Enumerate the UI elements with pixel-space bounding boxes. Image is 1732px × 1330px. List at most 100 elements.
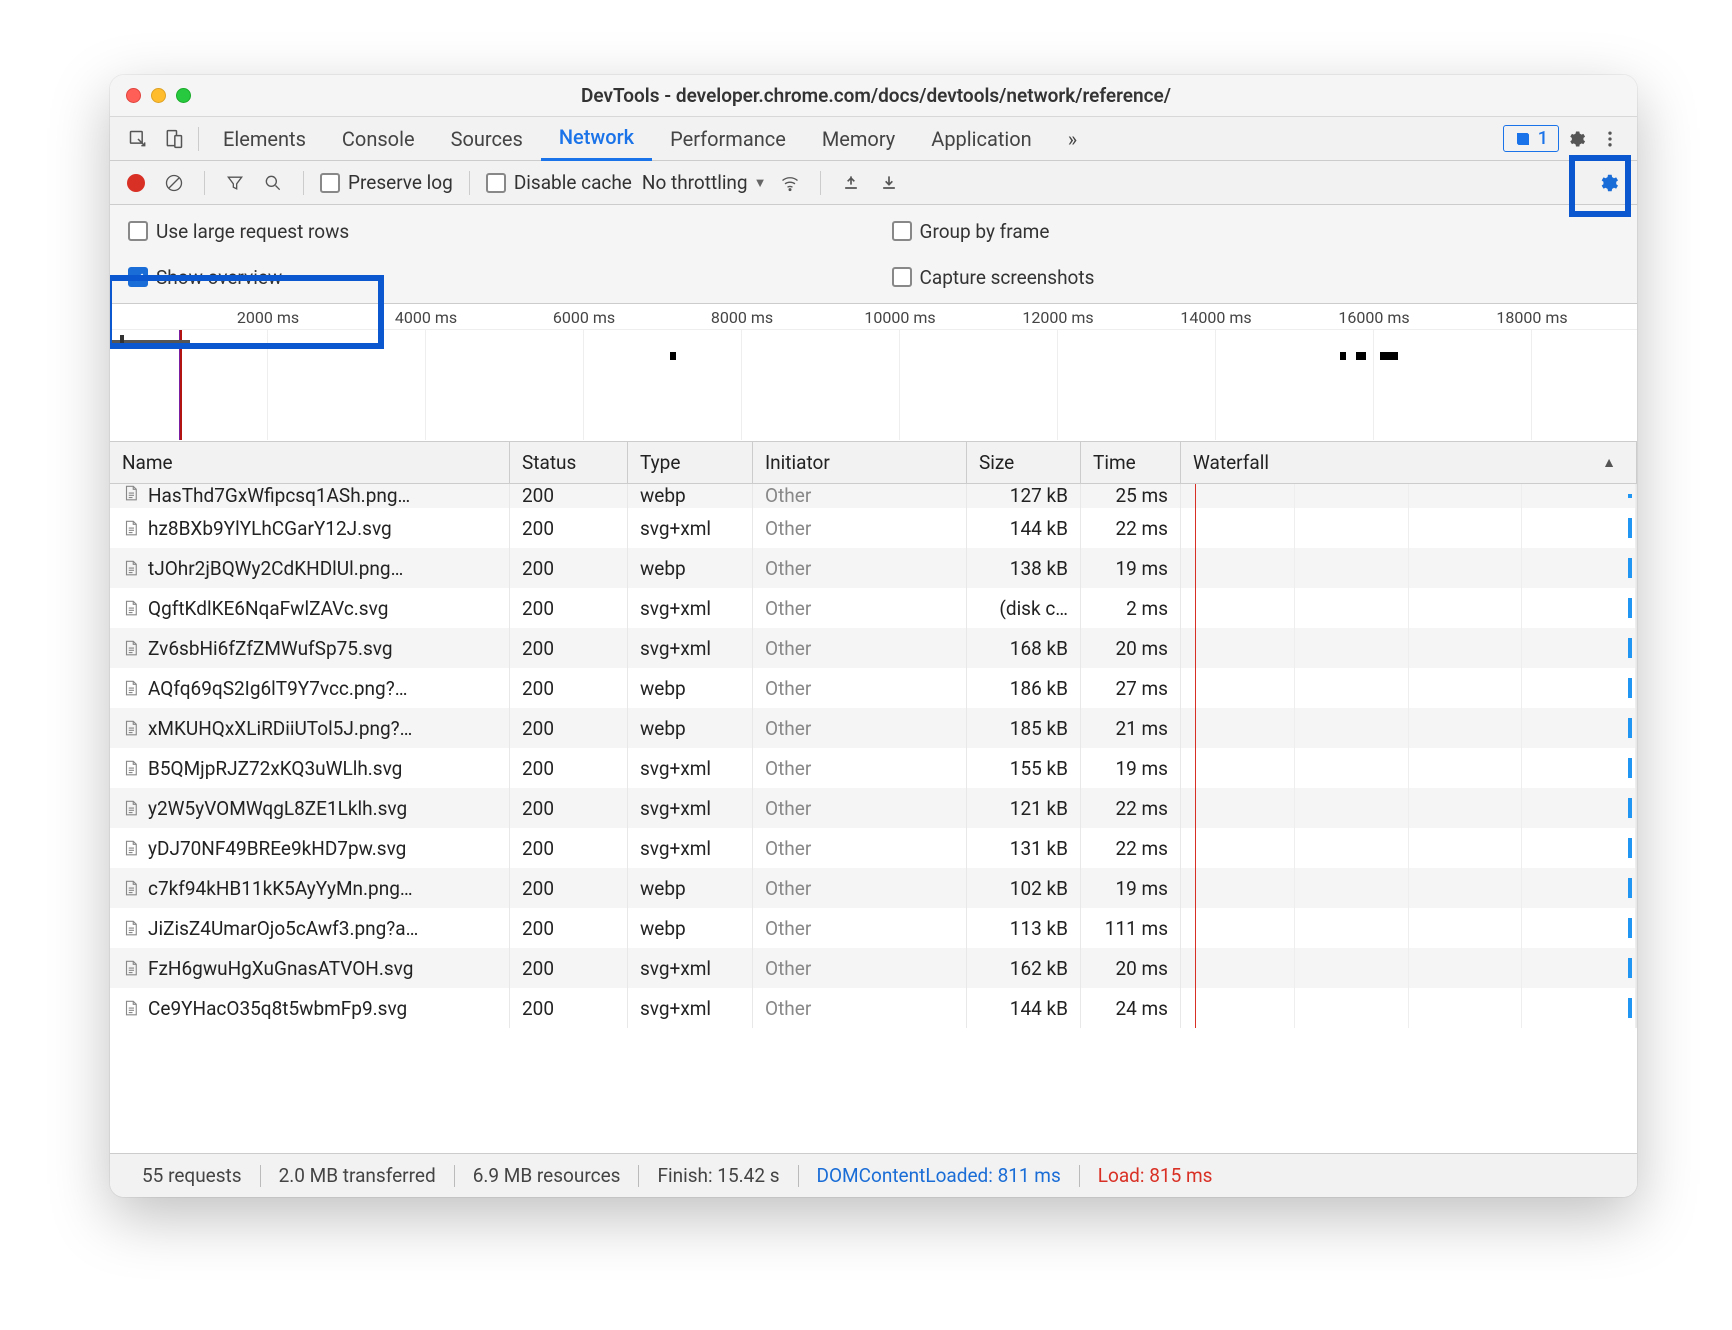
timeline-tick: 18000 ms [1496, 308, 1567, 327]
tab-performance[interactable]: Performance [652, 117, 804, 161]
col-time[interactable]: Time [1081, 442, 1181, 483]
clear-icon[interactable] [160, 173, 188, 193]
cell-initiator: Other [753, 588, 967, 628]
device-toggle-icon[interactable] [156, 117, 192, 160]
preserve-log-checkbox[interactable]: Preserve log [320, 171, 453, 194]
file-icon [122, 959, 140, 977]
capture-screenshots-checkbox[interactable]: Capture screenshots [892, 259, 1620, 295]
disable-cache-checkbox[interactable]: Disable cache [486, 171, 632, 194]
cell-status: 200 [510, 748, 628, 788]
timeline-tick: 16000 ms [1338, 308, 1409, 327]
throttling-select[interactable]: No throttling ▼ [642, 171, 767, 194]
file-icon [122, 839, 140, 857]
table-row[interactable]: JiZisZ4UmarOjo5cAwf3.png?a…200webpOther1… [110, 908, 1637, 948]
tab-network[interactable]: Network [541, 117, 652, 161]
cell-name: JiZisZ4UmarOjo5cAwf3.png?a… [110, 908, 510, 948]
zoom-button[interactable] [176, 88, 191, 103]
cell-initiator: Other [753, 628, 967, 668]
timeline-overview[interactable]: 2000 ms4000 ms6000 ms8000 ms10000 ms1200… [110, 304, 1637, 442]
status-bar: 55 requests 2.0 MB transferred 6.9 MB re… [110, 1153, 1637, 1197]
network-columns: Name Status Type Initiator Size Time Wat… [110, 442, 1637, 484]
cell-initiator: Other [753, 908, 967, 948]
cell-initiator: Other [753, 508, 967, 548]
window-title: DevTools - developer.chrome.com/docs/dev… [191, 84, 1621, 107]
inspect-icon[interactable] [120, 117, 156, 160]
more-menu-icon[interactable] [1593, 129, 1627, 149]
cell-waterfall [1181, 988, 1637, 1028]
close-button[interactable] [126, 88, 141, 103]
col-type[interactable]: Type [628, 442, 753, 483]
table-row[interactable]: Ce9YHacO35q8t5wbmFp9.svg200svg+xmlOther1… [110, 988, 1637, 1028]
traffic-lights [126, 88, 191, 103]
request-table: HasThd7GxWfipcsq1ASh.png…200webpOther127… [110, 484, 1637, 1153]
cell-size: 113 kB [967, 908, 1081, 948]
large-rows-checkbox[interactable]: Use large request rows [128, 213, 856, 249]
sb-transferred: 2.0 MB transferred [261, 1164, 454, 1187]
cell-waterfall [1181, 828, 1637, 868]
record-button[interactable] [122, 174, 150, 192]
tab-application[interactable]: Application [913, 117, 1049, 161]
network-settings-icon[interactable] [1591, 172, 1625, 194]
table-row[interactable]: QgftKdlKE6NqaFwlZAVc.svg200svg+xmlOther(… [110, 588, 1637, 628]
tab-console[interactable]: Console [324, 117, 433, 161]
issues-badge[interactable]: 1 [1503, 125, 1559, 152]
table-row[interactable]: Zv6sbHi6fZfZMWufSp75.svg200svg+xmlOther1… [110, 628, 1637, 668]
group-by-frame-checkbox[interactable]: Group by frame [892, 213, 1620, 249]
table-row[interactable]: c7kf94kHB11kK5AyYyMn.png…200webpOther102… [110, 868, 1637, 908]
export-har-icon[interactable] [875, 173, 903, 193]
table-row[interactable]: hz8BXb9YlYLhCGarY12J.svg200svg+xmlOther1… [110, 508, 1637, 548]
file-icon [122, 559, 140, 577]
file-icon [122, 999, 140, 1017]
col-size[interactable]: Size [967, 442, 1081, 483]
table-row[interactable]: xMKUHQxXLiRDiiUTol5J.png?…200webpOther18… [110, 708, 1637, 748]
file-icon [122, 719, 140, 737]
tab-elements[interactable]: Elements [205, 117, 324, 161]
timeline-ticks: 2000 ms4000 ms6000 ms8000 ms10000 ms1200… [110, 304, 1637, 330]
cell-status: 200 [510, 988, 628, 1028]
table-row[interactable]: B5QMjpRJZ72xKQ3uWLlh.svg200svg+xmlOther1… [110, 748, 1637, 788]
show-overview-checkbox[interactable]: Show overview [128, 259, 856, 295]
table-row[interactable]: HasThd7GxWfipcsq1ASh.png…200webpOther127… [110, 484, 1637, 508]
file-icon [122, 484, 140, 502]
table-row[interactable]: FzH6gwuHgXuGnasATVOH.svg200svg+xmlOther1… [110, 948, 1637, 988]
table-row[interactable]: tJOhr2jBQWy2CdKHDlUl.png…200webpOther138… [110, 548, 1637, 588]
cell-name: HasThd7GxWfipcsq1ASh.png… [110, 484, 510, 508]
cell-type: svg+xml [628, 988, 753, 1028]
cell-type: webp [628, 908, 753, 948]
table-row[interactable]: y2W5yVOMWqgL8ZE1Lklh.svg200svg+xmlOther1… [110, 788, 1637, 828]
cell-size: 155 kB [967, 748, 1081, 788]
tab-sources[interactable]: Sources [433, 117, 541, 161]
file-icon [122, 759, 140, 777]
cell-time: 111 ms [1081, 908, 1181, 948]
cell-status: 200 [510, 708, 628, 748]
cell-status: 200 [510, 548, 628, 588]
cell-time: 19 ms [1081, 868, 1181, 908]
minimize-button[interactable] [151, 88, 166, 103]
cell-type: svg+xml [628, 788, 753, 828]
file-icon [122, 639, 140, 657]
cell-size: 127 kB [967, 484, 1081, 508]
settings-icon[interactable] [1559, 129, 1593, 149]
cell-time: 27 ms [1081, 668, 1181, 708]
cell-time: 2 ms [1081, 588, 1181, 628]
table-row[interactable]: yDJ70NF49BREe9kHD7pw.svg200svg+xmlOther1… [110, 828, 1637, 868]
col-initiator[interactable]: Initiator [753, 442, 967, 483]
search-icon[interactable] [259, 173, 287, 193]
tabs-overflow[interactable]: » [1050, 117, 1095, 161]
tab-memory[interactable]: Memory [804, 117, 913, 161]
devtools-window: DevTools - developer.chrome.com/docs/dev… [110, 75, 1637, 1197]
col-waterfall[interactable]: Waterfall ▲ [1181, 442, 1637, 483]
cell-waterfall [1181, 708, 1637, 748]
col-status[interactable]: Status [510, 442, 628, 483]
timeline-tick: 2000 ms [237, 308, 299, 327]
timeline-tick: 12000 ms [1022, 308, 1093, 327]
table-row[interactable]: AQfq69qS2Ig6lT9Y7vcc.png?…200webpOther18… [110, 668, 1637, 708]
filter-icon[interactable] [221, 173, 249, 193]
cell-waterfall [1181, 748, 1637, 788]
network-conditions-icon[interactable] [776, 173, 804, 193]
cell-initiator: Other [753, 748, 967, 788]
cell-waterfall [1181, 668, 1637, 708]
cell-initiator: Other [753, 868, 967, 908]
import-har-icon[interactable] [837, 173, 865, 193]
col-name[interactable]: Name [110, 442, 510, 483]
